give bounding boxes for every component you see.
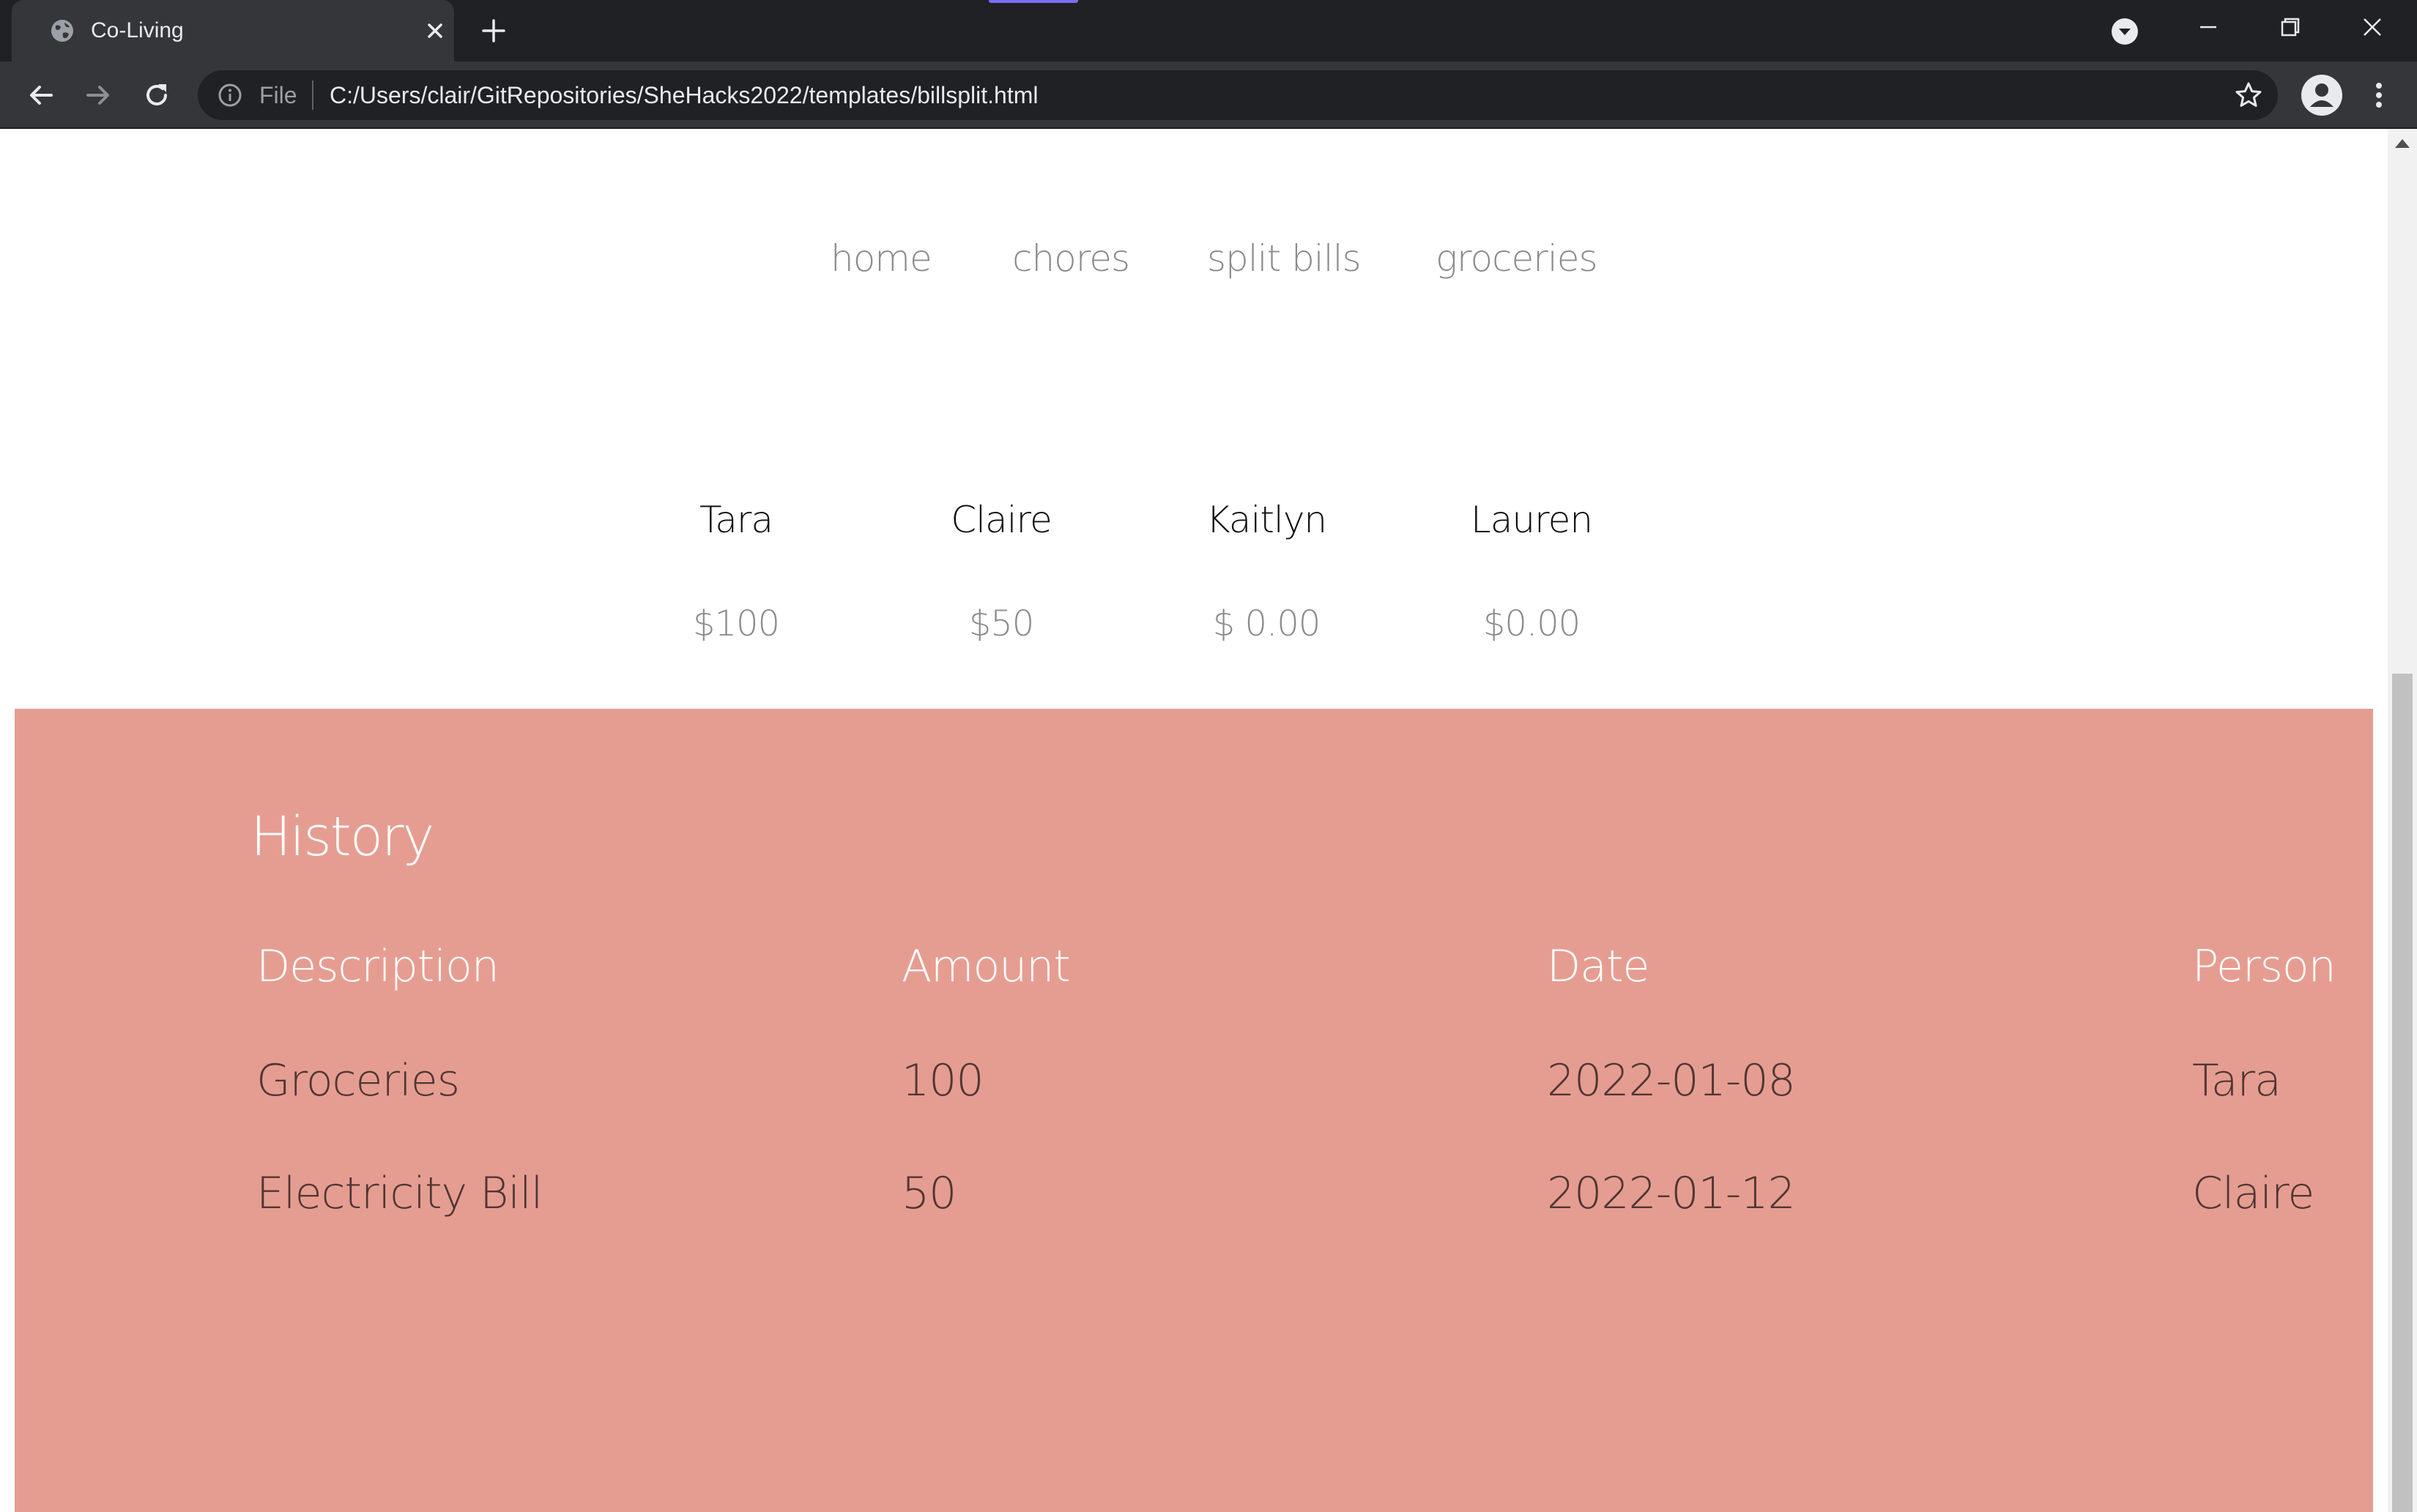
browser-toolbar: File C:/Users/clair/GitRepositories/SheH…: [0, 62, 2417, 129]
forward-arrow-icon[interactable]: [81, 78, 116, 113]
address-separator: [312, 81, 313, 110]
globe-icon: [50, 18, 75, 43]
bookmark-star-icon[interactable]: [2234, 81, 2263, 110]
tab-search-chevron-icon[interactable]: [2109, 16, 2140, 47]
column-header-date: Date: [1547, 941, 1649, 992]
column-header-amount: Amount: [902, 941, 1071, 992]
profile-avatar-icon[interactable]: [2301, 75, 2342, 116]
cell-description: Groceries: [256, 1055, 460, 1106]
page-viewport: home chores split bills groceries Tara $…: [0, 129, 2388, 1512]
scroll-up-arrow-icon[interactable]: [2395, 139, 2410, 148]
balance-claire: Claire $50: [891, 496, 1111, 647]
nav-chores[interactable]: chores: [1012, 235, 1130, 282]
person-name: Claire: [951, 499, 1052, 541]
scrollbar-thumb[interactable]: [2392, 674, 2413, 1512]
column-header-description: Description: [256, 941, 500, 992]
column-header-person: Person: [2192, 941, 2336, 992]
info-icon[interactable]: [217, 82, 243, 108]
balance-lauren: Lauren $0.00: [1422, 496, 1641, 647]
tab-close-icon[interactable]: [420, 16, 450, 45]
window-close-icon[interactable]: [2355, 10, 2389, 44]
history-title: History: [250, 805, 434, 868]
cell-amount: 100: [902, 1055, 984, 1106]
history-section: History Description Amount Date Person G…: [15, 709, 2373, 1512]
person-amount: $0.00: [1482, 603, 1581, 644]
person-amount: $ 0.00: [1212, 603, 1321, 644]
balances-section: Tara $100 Claire $50 Kaitlyn $ 0.00 Laur…: [0, 349, 2388, 644]
tab-title: Co-Living: [91, 18, 184, 42]
tab-indicator: [989, 0, 1078, 3]
browser-tab[interactable]: Co-Living: [12, 0, 454, 62]
balance-kaitlyn: Kaitlyn $ 0.00: [1156, 496, 1376, 647]
balance-tara: Tara $100: [626, 496, 846, 647]
cell-description: Electricity Bill: [256, 1168, 543, 1219]
address-bar[interactable]: File C:/Users/clair/GitRepositories/SheH…: [198, 70, 2278, 120]
person-name: Lauren: [1470, 499, 1593, 541]
cell-person: Tara: [2192, 1055, 2282, 1106]
browser-tabstrip: Co-Living: [0, 0, 2417, 62]
person-amount: $100: [692, 603, 780, 644]
kebab-menu-icon[interactable]: [2361, 78, 2396, 113]
reload-icon[interactable]: [139, 78, 174, 113]
person-name: Tara: [699, 499, 773, 541]
nav-home[interactable]: home: [831, 235, 932, 282]
person-amount: $50: [968, 603, 1035, 644]
cell-amount: 50: [902, 1168, 957, 1219]
restore-icon[interactable]: [2273, 10, 2307, 44]
minimize-icon[interactable]: [2191, 10, 2225, 44]
cell-date: 2022-01-12: [1547, 1168, 1796, 1219]
cell-date: 2022-01-08: [1547, 1055, 1796, 1106]
back-arrow-icon[interactable]: [23, 78, 59, 113]
cell-person: Claire: [2192, 1168, 2314, 1219]
person-name: Kaitlyn: [1206, 499, 1327, 541]
url-scheme-label: File: [259, 82, 297, 108]
url-text[interactable]: C:/Users/clair/GitRepositories/SheHacks2…: [330, 81, 1038, 110]
nav-groceries[interactable]: groceries: [1436, 235, 1598, 282]
vertical-scrollbar[interactable]: [2388, 129, 2417, 1512]
nav-split-bills[interactable]: split bills: [1207, 235, 1362, 282]
new-tab-plus-icon[interactable]: [478, 15, 510, 47]
